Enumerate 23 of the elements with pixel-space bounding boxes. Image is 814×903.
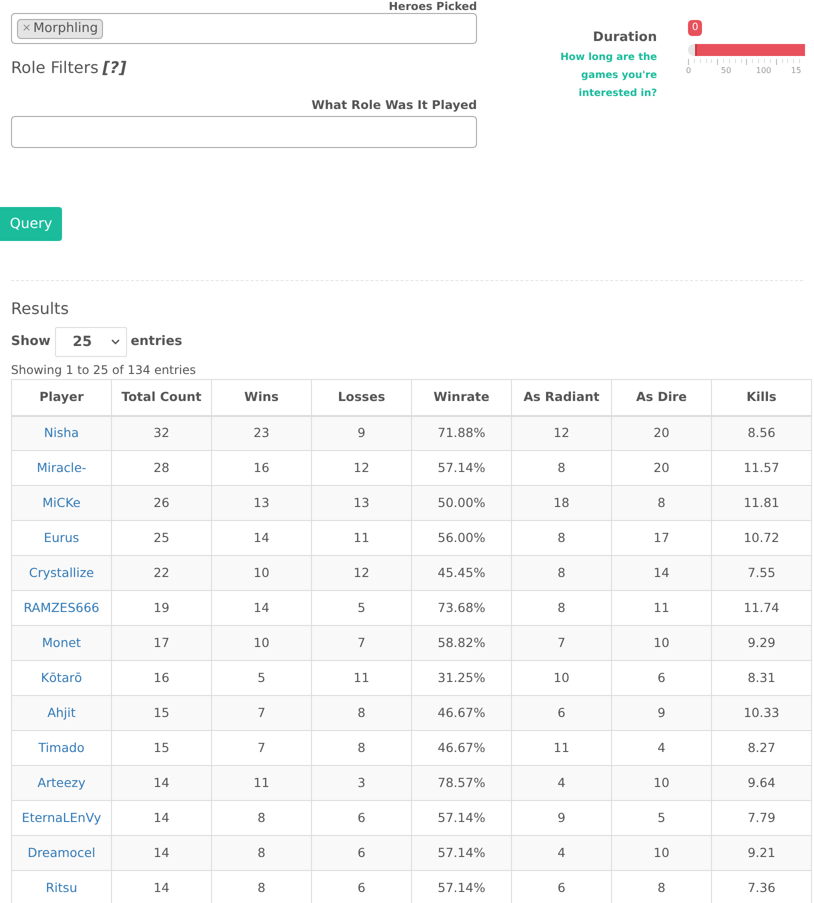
tag-label: Morphling [33,20,98,38]
tag-remove-button[interactable]: × [22,20,32,37]
player-link[interactable]: Ritsu [12,870,112,903]
slider-tick-label: 15 [791,65,802,77]
chevron-down-icon [110,339,120,345]
page-size-select[interactable]: 25 [54,327,127,357]
heroes-input-field[interactable]: ×Morphling [11,13,477,44]
duration-hint: How long are the games you're interested in? [559,50,657,100]
field-label: What Role Was It Played [312,97,477,114]
slider-value-badge: 0 [688,20,702,36]
section-title: Role Filters [11,57,99,79]
results-title: Results [11,299,70,319]
table-info: Showing 1 to 25 of 134 entries [11,362,197,378]
role-input-field[interactable] [11,116,477,148]
slider-tick-label: 0 [686,65,692,77]
slider-tick-label: 50 [721,65,732,77]
entries-label: entries [130,333,182,352]
field-label: Heroes Picked [388,0,477,13]
show-label: Show [11,333,51,352]
help-link[interactable]: [?] [102,56,126,80]
duration-label: Duration [592,29,657,47]
slider-tick-label: 100 [756,65,772,77]
query-button[interactable]: Query [0,207,62,241]
